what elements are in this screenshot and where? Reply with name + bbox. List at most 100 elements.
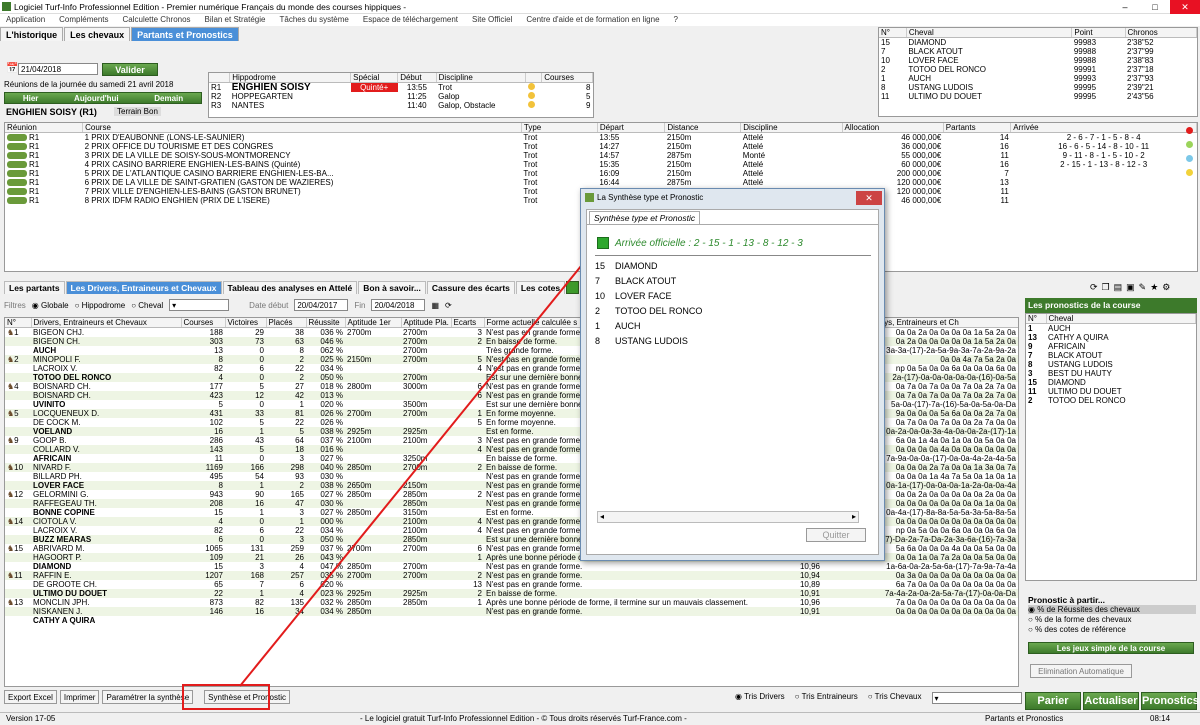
menu-item[interactable]: Calculette Chronos — [123, 14, 191, 26]
save-icon[interactable]: ▣ — [1126, 282, 1135, 293]
chrono-row[interactable]: 10 LOVER FACE 99988 2'38"83 — [879, 56, 1197, 65]
race-row[interactable]: R1 2 PRIX OFFICE DU TOURISME ET DES CONGR… — [5, 142, 1197, 151]
tab-cotes[interactable]: Les cotes — [515, 281, 566, 294]
globale-radio[interactable]: ◉ Globale — [32, 301, 69, 310]
menu-item[interactable]: Site Officiel — [472, 14, 512, 26]
menu-item[interactable]: ? — [674, 14, 678, 26]
chrono-row[interactable]: 11 ULTIMO DU DOUET 99995 2'43"56 — [879, 92, 1197, 101]
race-row[interactable]: R1 4 PRIX CASINO BARRIERE ENGHIEN-LES-BAI… — [5, 160, 1197, 169]
pronostic-row[interactable]: 2 TOTOO DEL RONCO — [1026, 396, 1196, 405]
date-debut-input[interactable]: 20/04/2017 — [294, 299, 349, 311]
menu-item[interactable]: Bilan et Stratégie — [205, 14, 266, 26]
cheval-select[interactable]: ▾ — [169, 299, 230, 311]
imprimer-button[interactable]: Imprimer — [59, 690, 100, 704]
parametrer-button[interactable]: Paramétrer la synthèse — [102, 690, 194, 704]
close-icon[interactable]: ✕ — [1170, 0, 1200, 14]
tris-entraineurs-radio[interactable]: ○ Tris Entraineurs — [795, 692, 858, 704]
tab-chevaux[interactable]: Les chevaux — [64, 27, 131, 41]
option-cotes-radio[interactable]: ○ % des cotes de référence — [1028, 625, 1196, 634]
star-icon[interactable]: ★ — [1150, 282, 1158, 293]
jeux-simple-button[interactable]: Les jeux simple de la course — [1028, 642, 1194, 654]
chrono-row[interactable]: 2 TOTOO DEL RONCO 99991 2'37"18 — [879, 65, 1197, 74]
pronostic-row[interactable]: 11 ULTIMO DU DOUET — [1026, 387, 1196, 396]
tab-les-partants[interactable]: Les partants — [4, 281, 65, 294]
dialog-close-icon[interactable]: ✕ — [856, 191, 882, 205]
tab-historique[interactable]: L'historique — [0, 27, 64, 41]
tab-partants[interactable]: Partants et Pronostics — [131, 27, 239, 41]
parier-button[interactable]: Parier — [1025, 692, 1081, 710]
refresh-filter-icon[interactable]: ⟳ — [445, 301, 452, 310]
option-reussite-radio[interactable]: ◉ % de Réussites des chevaux — [1028, 605, 1196, 614]
pencil-icon[interactable]: ✎ — [1139, 282, 1147, 293]
driver-cell: 8 — [299, 346, 304, 355]
tab-analyses[interactable]: Tableau des analyses en Attelé — [222, 281, 358, 294]
driver-row[interactable]: CATHY A QUIRA — [5, 616, 1018, 625]
tab-cassure[interactable]: Cassure des écarts — [426, 281, 515, 294]
driver-row[interactable]: DE GROOTE CH. 65 7 6 020 % 13 N'est pas en gra… — [5, 580, 1018, 589]
driver-row[interactable]: DIAMOND 15 3 4 047 % 2850m 2700m N'est pas en g… — [5, 562, 1018, 571]
maximize-icon[interactable]: □ — [1140, 0, 1170, 14]
driver-cell: 046 % — [306, 337, 345, 346]
hippodrome-row[interactable]: R3 NANTES 11:40 Galop, Obstacle 9 — [209, 101, 593, 110]
dialog-tab[interactable]: Synthèse type et Pronostic — [589, 211, 701, 224]
driver-row[interactable]: ♞13 MONCLIN JPH. 873 82 135 032 % 2850m 2850m 1 A… — [5, 598, 1018, 607]
pronostics-button[interactable]: Pronostics — [1141, 692, 1199, 710]
scroll-left-icon[interactable]: ◂ — [600, 512, 604, 521]
tris-select[interactable]: ▾ — [931, 692, 1022, 704]
chrono-row[interactable]: 1 AUCH 99993 2'37"93 — [879, 74, 1197, 83]
pronostic-row[interactable]: 3 BEST DU HAUTY — [1026, 369, 1196, 378]
pronostic-row[interactable]: 7 BLACK ATOUT — [1026, 351, 1196, 360]
date-input[interactable]: 21/04/2018 — [18, 63, 98, 75]
cheval-radio[interactable]: ○ Cheval — [131, 301, 163, 310]
driver-row[interactable]: ULTIMO DU DOUET 22 1 4 023 % 2925m 2925m 2 En ba… — [5, 589, 1018, 598]
hippodrome-row[interactable]: R1 ENGHIEN SOISY Quinté+ 13:55 Trot 8 — [209, 82, 593, 92]
chrono-row[interactable]: 7 BLACK ATOUT 99988 2'37"99 — [879, 47, 1197, 56]
option-forme-radio[interactable]: ○ % de la forme des chevaux — [1028, 615, 1196, 624]
menu-item[interactable]: Compléments — [59, 14, 108, 26]
elimination-button[interactable]: Elimination Automatique — [1030, 664, 1132, 678]
dialog-scrollbar[interactable]: ◂ ▸ — [597, 511, 859, 523]
pronostic-row[interactable]: 9 AFRICAIN — [1026, 342, 1196, 351]
menu-item[interactable]: Espace de téléchargement — [363, 14, 458, 26]
pronostic-row[interactable]: 15 DIAMOND — [1026, 378, 1196, 387]
calendar-small-icon[interactable]: ▦ — [431, 301, 439, 310]
driver-row[interactable]: NISKANEN J. 146 16 34 034 % 2850m N'est pas en… — [5, 607, 1018, 616]
valider-button[interactable]: Valider — [102, 63, 158, 76]
menu-item[interactable]: Application — [6, 14, 45, 26]
tris-drivers-radio[interactable]: ◉ Tris Drivers — [735, 692, 785, 704]
hier-button[interactable]: Hier — [23, 93, 39, 103]
actualiser-button[interactable]: Actualiser — [1083, 692, 1139, 710]
hippodrome-row[interactable]: R2 HOPPEGARTEN 11:25 Galop 5 — [209, 92, 593, 101]
pronostic-row[interactable]: 1 AUCH — [1026, 324, 1196, 334]
pronostic-row[interactable]: 8 USTANG LUDOIS — [1026, 360, 1196, 369]
aujourdhui-button[interactable]: Aujourd'hui — [74, 93, 119, 103]
driver-row[interactable]: ♞11 RAFFIN E. 1207 168 257 035 % 2700m 2700m 2 N'… — [5, 571, 1018, 580]
tab-bon-a-savoir[interactable]: Bon à savoir... — [358, 281, 426, 294]
export-excel-button[interactable]: Export Excel — [4, 690, 57, 704]
hippodrome-radio[interactable]: ○ Hippodrome — [75, 301, 126, 310]
fin-input[interactable]: 20/04/2018 — [371, 299, 426, 311]
copy-icon[interactable]: ❐ — [1102, 282, 1110, 293]
menu-item[interactable]: Tâches du système — [279, 14, 348, 26]
chrono-row[interactable]: 8 USTANG LUDOIS 99995 2'39"21 — [879, 83, 1197, 92]
demain-button[interactable]: Demain — [154, 93, 183, 103]
race-row[interactable]: R1 3 PRIX DE LA VILLE DE SOISY-SOUS-MONTM… — [5, 151, 1197, 160]
driver-cell: 43 — [255, 436, 264, 445]
tab-drivers[interactable]: Les Drivers, Entraineurs et Chevaux — [65, 281, 222, 294]
refresh-icon[interactable]: ⟳ — [1090, 282, 1098, 293]
race-row[interactable]: R1 6 PRIX DE LA VILLE DE SAINT-GRATIEN (G… — [5, 178, 1197, 187]
race-row[interactable]: R1 5 PRIX DE L'ATLANTIQUE CASINO BARRIERE… — [5, 169, 1197, 178]
settings-icon[interactable]: ⚙ — [1162, 282, 1170, 293]
scroll-right-icon[interactable]: ▸ — [852, 512, 856, 521]
race-cell: 2 PRIX OFFICE DU TOURISME ET DES CONGRES — [84, 142, 274, 151]
quitter-button[interactable]: Quitter — [806, 528, 866, 542]
pronostic-row[interactable]: 13 CATHY A QUIRA — [1026, 333, 1196, 342]
driver-cell: 013 % — [306, 391, 345, 400]
menu-item[interactable]: Centre d'aide et de formation en ligne — [526, 14, 659, 26]
document-icon[interactable]: ▤ — [1114, 282, 1123, 293]
tris-chevaux-radio[interactable]: ○ Tris Chevaux — [868, 692, 922, 704]
green-square-icon[interactable] — [566, 281, 580, 294]
minimize-icon[interactable]: – — [1110, 0, 1140, 14]
race-row[interactable]: R1 1 PRIX D'EAUBONNE (LONS-LE-SAUNIER) Tro… — [5, 133, 1197, 142]
chrono-row[interactable]: 15 DIAMOND 99983 2'38"52 — [879, 38, 1197, 48]
